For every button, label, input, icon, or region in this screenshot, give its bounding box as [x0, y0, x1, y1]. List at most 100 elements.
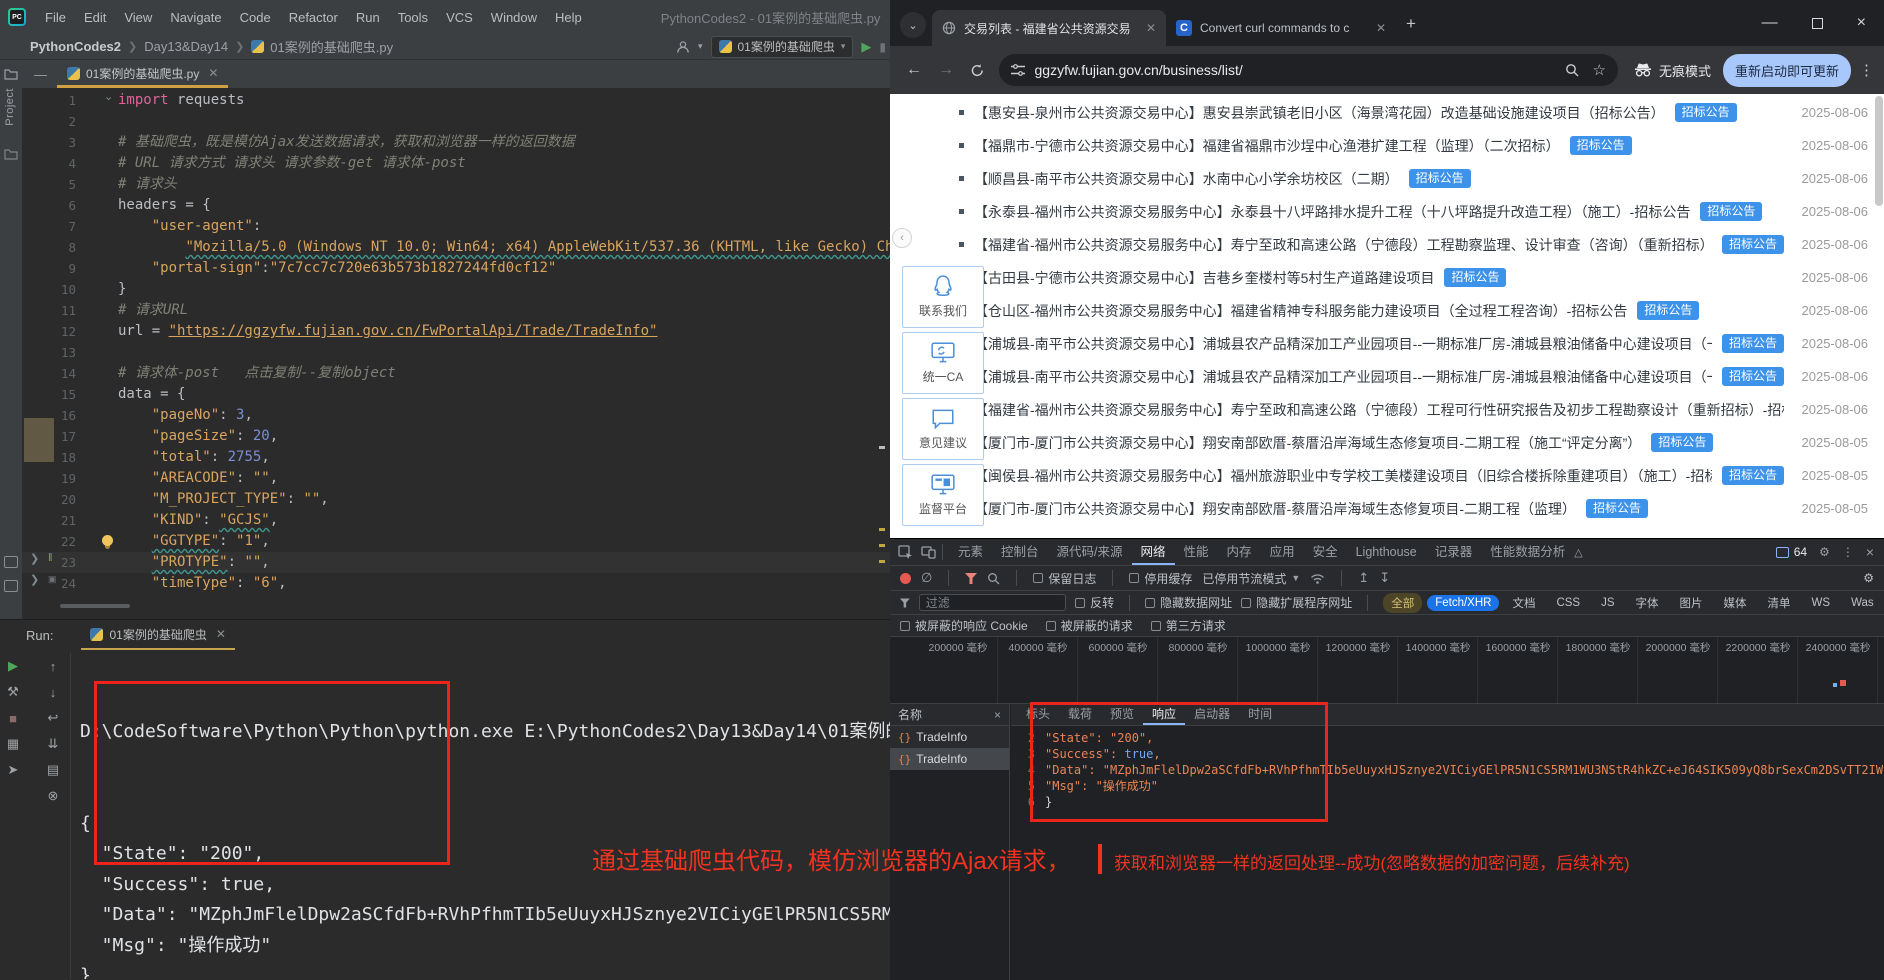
code-line[interactable]: 19 "AREACODE": "", — [22, 468, 890, 489]
trade-item-title[interactable]: 【浦城县-南平市公共资源交易中心】浦城县农产品精深加工产业园项目--一期标准厂房… — [974, 367, 1712, 387]
tool-window-icon[interactable] — [4, 580, 18, 592]
run-tab[interactable]: 01案例的基础爬虫 ✕ — [81, 621, 235, 650]
trade-item-title[interactable]: 【福鼎市-宁德市公共资源交易中心】福建省福鼎市沙埕中心渔港扩建工程（监理）（二次… — [974, 136, 1560, 156]
menu-item[interactable]: Tools — [389, 10, 437, 25]
search-network-icon[interactable] — [987, 572, 1000, 585]
code-line[interactable]: 10 } — [22, 279, 890, 300]
close-tab-icon[interactable]: ✕ — [216, 627, 226, 641]
run-button[interactable]: ▶ — [861, 39, 871, 55]
trade-item-title[interactable]: 【顺昌县-南平市公共资源交易中心】水南中心小学余坊校区（二期） — [974, 169, 1399, 189]
trade-list-item[interactable]: 【惠安县-泉州市公共资源交易中心】惠安县崇武镇老旧小区（海景湾花园）改造基础设施… — [890, 96, 1884, 129]
resource-type-pill[interactable]: 全部 — [1383, 592, 1423, 613]
close-tab-icon[interactable]: ✕ — [1376, 21, 1386, 35]
code-line[interactable]: 9 "portal-sign":"7c7cc7c720e63b573b18272… — [22, 258, 890, 279]
trade-item-title[interactable]: 【仓山区-福州市公共资源交易服务中心】福建省精神专科服务能力建设项目（全过程工程… — [974, 301, 1627, 321]
resource-type-pill[interactable]: JS — [1593, 595, 1622, 611]
record-network-icon[interactable] — [900, 572, 911, 584]
rerun-icon[interactable]: ▶ — [8, 653, 18, 679]
trade-item-title[interactable]: 【浦城县-南平市公共资源交易中心】浦城县农产品精深加工产业园项目--一期标准厂房… — [974, 334, 1712, 354]
close-tab-icon[interactable]: ✕ — [208, 66, 218, 80]
blocked-cookies-checkbox[interactable]: 被屏蔽的响应 Cookie — [900, 617, 1028, 634]
code-line[interactable]: 24 "timeType": "6", — [22, 573, 890, 594]
bookmark-star-icon[interactable]: ☆ — [1593, 61, 1606, 79]
resource-type-pill[interactable]: 媒体 — [1716, 593, 1755, 613]
trade-item-title[interactable]: 【闽侯县-福州市公共资源交易服务中心】福州旅游职业中专学校工美楼建设项目（旧综合… — [974, 466, 1712, 486]
import-har-icon[interactable]: ↥ — [1358, 570, 1369, 586]
pin-icon[interactable]: ➤ — [8, 757, 19, 783]
code-line[interactable]: 21 "KIND": "GCJS", — [22, 510, 890, 531]
third-party-checkbox[interactable]: 第三方请求 — [1150, 617, 1226, 634]
code-line[interactable]: 14 # 请求体-post 点击复制--复制object — [22, 363, 890, 384]
menu-item[interactable]: View — [115, 10, 161, 25]
contact-us-widget[interactable]: 联系我们 — [902, 266, 984, 328]
devtools-panel-tab[interactable]: 网络 — [1131, 539, 1175, 565]
clear-network-icon[interactable]: ∅ — [921, 570, 932, 586]
search-icon[interactable] — [1565, 63, 1579, 77]
resource-type-pill[interactable]: 清单 — [1760, 593, 1799, 613]
trade-list-item[interactable]: 【闽侯县-福州市公共资源交易服务中心】福州旅游职业中专学校工美楼建设项目（旧综合… — [890, 459, 1884, 492]
resource-type-pill[interactable]: Fetch/XHR — [1427, 594, 1500, 611]
disable-cache-checkbox[interactable]: 停用缓存 — [1129, 570, 1192, 587]
network-request-row[interactable]: {} TradeInfo — [890, 726, 1009, 748]
tool-window-project[interactable]: Project — [4, 88, 16, 126]
edit-configuration-icon[interactable]: ⚒ — [7, 679, 19, 705]
soft-wrap-icon[interactable]: ↩ — [48, 705, 59, 731]
browser-tab[interactable]: C Convert curl commands to c ✕ — [1166, 10, 1396, 46]
export-har-icon[interactable]: ↧ — [1379, 570, 1390, 586]
resource-type-pill[interactable]: 图片 — [1672, 593, 1711, 613]
filter-input[interactable]: 过滤 — [918, 594, 1067, 611]
devtools-panel-tab[interactable]: 应用 — [1261, 539, 1304, 565]
intention-bulb-icon[interactable] — [102, 535, 113, 546]
trade-list-item[interactable]: 【仓山区-福州市公共资源交易服务中心】福建省精神专科服务能力建设项目（全过程工程… — [890, 294, 1884, 327]
network-settings-gear-icon[interactable]: ⚙ — [1863, 571, 1874, 585]
blocked-requests-checkbox[interactable]: 被屏蔽的请求 — [1045, 617, 1133, 634]
close-devtools-icon[interactable]: × — [1866, 544, 1874, 560]
device-toolbar-icon[interactable] — [921, 545, 936, 559]
breadcrumb-project[interactable]: PythonCodes2 — [30, 39, 121, 54]
browser-tab-active[interactable]: 交易列表 - 福建省公共资源交易 ✕ — [932, 10, 1166, 46]
code-line[interactable]: 13 — [22, 342, 890, 363]
code-line[interactable]: 22 "GGTYPE": "1", — [22, 531, 890, 552]
devtools-panel-tab[interactable]: 源代码/来源 — [1048, 539, 1132, 565]
supervision-platform-widget[interactable]: 监督平台 — [902, 464, 984, 526]
close-tab-icon[interactable]: ✕ — [1146, 21, 1156, 35]
feedback-widget[interactable]: 意见建议 — [902, 398, 984, 460]
filter-funnel-icon[interactable] — [965, 572, 978, 584]
network-conditions-icon[interactable] — [1310, 573, 1325, 584]
forward-icon[interactable]: → — [938, 61, 954, 79]
editor-tab[interactable]: 01案例的基础爬虫.py ✕ — [57, 61, 229, 88]
trade-item-title[interactable]: 【福建省-福州市公共资源交易服务中心】寿宁至政和高速公路（宁德段）工程可行性研究… — [974, 400, 1784, 420]
new-tab-icon[interactable]: + — [1406, 14, 1416, 34]
trade-list-item[interactable]: 【厦门市-厦门市公共资源交易中心】翔安南部欧厝-蔡厝沿岸海域生态修复项目-二期工… — [890, 426, 1884, 459]
hide-data-urls-checkbox[interactable]: 隐藏数据网址 — [1145, 594, 1232, 611]
hide-extension-urls-checkbox[interactable]: 隐藏扩展程序网址 — [1241, 594, 1352, 611]
breadcrumb-file[interactable]: 01案例的基础爬虫.py — [270, 37, 393, 56]
devtools-panel-tab[interactable]: 性能数据分析 — [1481, 539, 1574, 565]
devtools-menu-icon[interactable]: ⋮ — [1842, 545, 1854, 559]
stop-icon[interactable]: ■ — [9, 705, 17, 731]
trade-item-title[interactable]: 【永泰县-福州市公共资源交易服务中心】永泰县十八坪路排水提升工程（十八坪路提升改… — [974, 202, 1690, 222]
devtools-panel-tab[interactable]: 性能 — [1175, 539, 1218, 565]
back-icon[interactable]: ← — [906, 61, 922, 79]
trade-item-title[interactable]: 【福建省-福州市公共资源交易服务中心】寿宁至政和高速公路（宁德段）工程勘察监理、… — [974, 235, 1712, 255]
tab-search-icon[interactable]: ⌄ — [900, 12, 926, 38]
page-scrollbar[interactable] — [1875, 96, 1883, 206]
menu-item[interactable]: File — [36, 10, 75, 25]
more-actions-icon[interactable]: ▮ — [879, 40, 886, 54]
unified-ca-widget[interactable]: 统一CA — [902, 332, 984, 394]
chevron-down-icon[interactable]: ▾ — [698, 41, 703, 52]
trade-list-item[interactable]: 【顺昌县-南平市公共资源交易中心】水南中心小学余坊校区（二期） 招标公告 202… — [890, 162, 1884, 195]
code-line[interactable]: 1 import requests — [22, 90, 890, 111]
hide-tabs-icon[interactable]: — — [34, 67, 47, 82]
devtools-panel-tab[interactable]: 内存 — [1218, 539, 1261, 565]
site-settings-icon[interactable] — [1010, 64, 1025, 76]
menu-item[interactable]: Edit — [75, 10, 115, 25]
close-window-icon[interactable]: × — [1857, 14, 1866, 32]
code-line[interactable]: 11 # 请求URL — [22, 300, 890, 321]
reload-icon[interactable] — [970, 63, 985, 78]
menu-item[interactable]: Code — [231, 10, 280, 25]
resource-type-pill[interactable]: 文档 — [1504, 593, 1543, 613]
resource-type-pill[interactable]: WS — [1804, 595, 1839, 611]
breadcrumb-folder[interactable]: Day13&Day14 — [144, 39, 228, 54]
code-line[interactable]: 8 "Mozilla/5.0 (Windows NT 10.0; Win64; … — [22, 237, 890, 258]
